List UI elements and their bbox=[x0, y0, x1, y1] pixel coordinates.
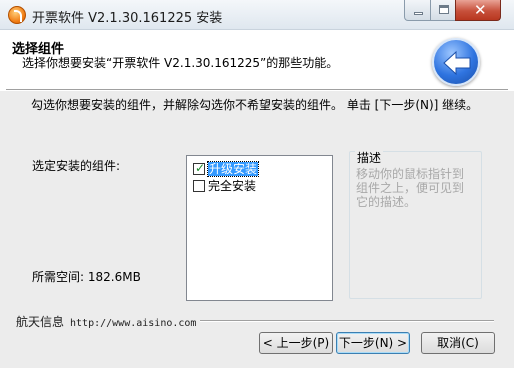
close-button[interactable]: ✕ bbox=[455, 0, 501, 21]
component-checkbox-upgrade[interactable]: ✓ bbox=[193, 161, 206, 175]
footer-divider bbox=[200, 320, 494, 322]
component-item-full[interactable]: 完全安装 bbox=[193, 177, 256, 193]
wizard-header: 选择组件 选择你想要安装“开票软件 V2.1.30.161225”的那些功能。 bbox=[0, 30, 514, 90]
select-components-label: 选定安装的组件: bbox=[32, 159, 121, 173]
branding: 航天信息 http://www.aisino.com bbox=[16, 313, 196, 330]
component-list[interactable]: ✓ 升级安装 完全安装 bbox=[186, 155, 333, 301]
component-label: 完全安装 bbox=[208, 179, 257, 193]
component-item-upgrade[interactable]: ✓ 升级安装 bbox=[193, 160, 260, 177]
instruction-text: 勾选你想要安装的组件，并解除勾选你不希望安装的组件。 单击 [下一步(N)] 继… bbox=[31, 98, 479, 112]
cancel-button[interactable]: 取消(C) bbox=[421, 332, 495, 354]
back-button[interactable]: < 上一步(P) bbox=[259, 332, 333, 354]
app-icon bbox=[8, 6, 26, 24]
description-title: 描述 bbox=[355, 149, 384, 166]
component-label: 升级安装 bbox=[206, 161, 260, 177]
brand-url: http://www.aisino.com bbox=[70, 318, 197, 329]
description-text: 移动你的鼠标指针到组件之上，便可见到它的描述。 bbox=[356, 167, 465, 209]
component-checkbox-full[interactable] bbox=[193, 180, 205, 192]
window-title: 开票软件 V2.1.30.161225 安装 bbox=[32, 11, 223, 26]
arrow-left-icon bbox=[443, 50, 471, 76]
minimize-button[interactable] bbox=[404, 0, 431, 21]
maximize-button[interactable] bbox=[430, 0, 456, 21]
page-subtitle: 选择你想要安装“开票软件 V2.1.30.161225”的那些功能。 bbox=[22, 56, 339, 70]
page-title: 选择组件 bbox=[12, 42, 65, 57]
back-arrow-icon bbox=[432, 38, 480, 86]
title-bar[interactable]: 开票软件 V2.1.30.161225 安装 ✕ bbox=[0, 0, 514, 30]
next-button[interactable]: 下一步(N) > bbox=[336, 332, 410, 354]
maximize-icon bbox=[439, 5, 449, 14]
checkmark-icon: ✓ bbox=[195, 161, 206, 175]
required-space-label: 所需空间: 182.6MB bbox=[32, 270, 141, 284]
wizard-body: 勾选你想要安装的组件，并解除勾选你不希望安装的组件。 单击 [下一步(N)] 继… bbox=[0, 91, 514, 368]
minimize-icon bbox=[414, 12, 423, 15]
close-icon: ✕ bbox=[474, 1, 487, 19]
brand-name: 航天信息 bbox=[16, 315, 65, 329]
